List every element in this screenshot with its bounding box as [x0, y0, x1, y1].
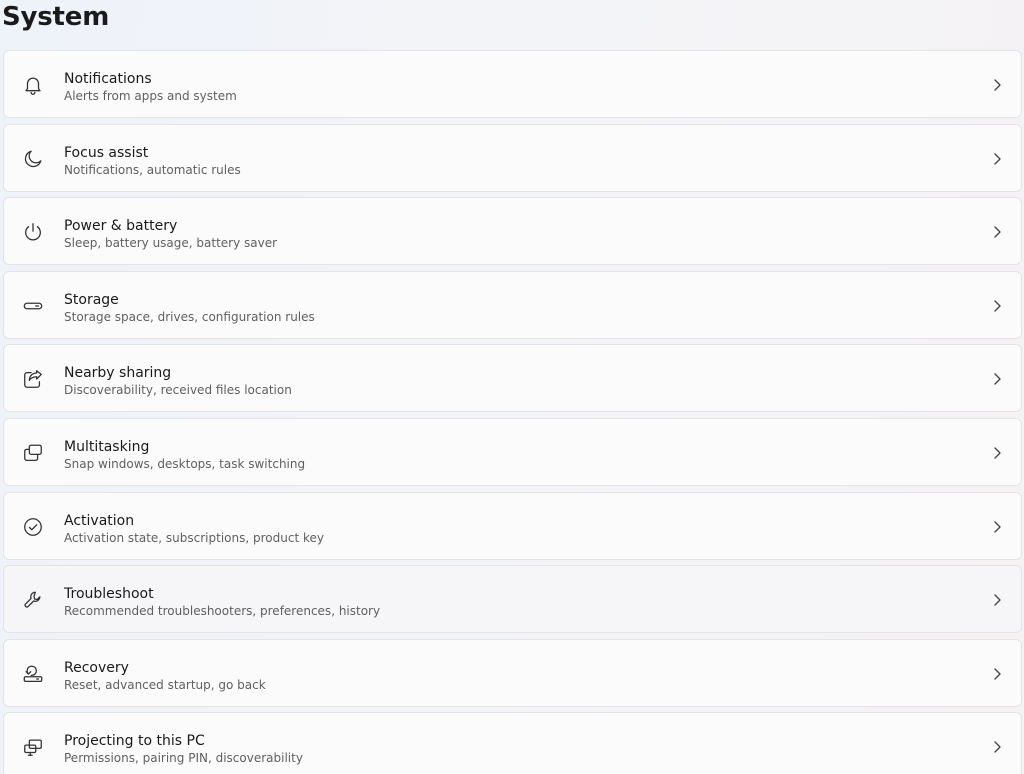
check-circle-icon: [22, 516, 44, 538]
chevron-right-icon: [991, 77, 1003, 93]
chevron-right-icon: [991, 371, 1003, 387]
item-subtitle: Alerts from apps and system: [64, 89, 237, 103]
chevron-right-icon: [991, 445, 1003, 461]
item-title: Notifications: [64, 71, 152, 87]
item-title: Storage: [64, 291, 119, 308]
item-title: Focus assist: [64, 144, 149, 161]
chevron-right-icon: [991, 666, 1003, 682]
item-subtitle: Snap windows, desktops, task switching: [64, 456, 306, 471]
bell-icon: [22, 74, 44, 96]
settings-item-focus-assist[interactable]: Focus assist Notifications, automatic ru…: [3, 123, 1022, 192]
item-title: Troubleshoot: [64, 586, 154, 603]
settings-item-recovery[interactable]: Recovery Reset, advanced startup, go bac…: [3, 638, 1022, 707]
chevron-right-icon: [991, 592, 1003, 608]
item-title: Nearby sharing: [64, 365, 172, 382]
share-icon: [22, 368, 44, 390]
settings-item-activation[interactable]: Activation Activation state, subscriptio…: [3, 491, 1022, 560]
moon-icon: [22, 148, 44, 170]
settings-list: Notifications Alerts from apps and syste…: [3, 50, 1022, 774]
storage-drive-icon: [22, 295, 44, 317]
chevron-right-icon: [991, 739, 1003, 755]
item-title: Power & battery: [64, 218, 178, 235]
settings-item-nearby-sharing[interactable]: Nearby sharing Discoverability, received…: [3, 344, 1022, 413]
item-title: Projecting to this PC: [64, 733, 205, 750]
item-subtitle: Recommended troubleshooters, preferences…: [64, 604, 381, 619]
item-title: Recovery: [64, 659, 129, 676]
settings-page: System Notifications Alerts from apps an…: [0, 0, 1024, 774]
item-subtitle: Discoverability, received files location: [64, 383, 292, 398]
settings-item-projecting-to-this-pc[interactable]: Projecting to this PC Permissions, pairi…: [3, 712, 1022, 774]
item-subtitle: Storage space, drives, configuration rul…: [64, 309, 315, 324]
chevron-right-icon: [991, 151, 1003, 167]
item-subtitle: Permissions, pairing PIN, discoverabilit…: [64, 751, 303, 766]
chevron-right-icon: [991, 224, 1003, 240]
projector-icon: [22, 736, 44, 758]
settings-item-power-battery[interactable]: Power & battery Sleep, battery usage, ba…: [3, 197, 1022, 266]
item-title: Multitasking: [64, 438, 150, 455]
wrench-icon: [22, 589, 44, 611]
chevron-right-icon: [991, 519, 1003, 535]
settings-item-troubleshoot[interactable]: Troubleshoot Recommended troubleshooters…: [3, 565, 1022, 634]
item-title: Activation: [64, 512, 135, 529]
page-title: System: [2, 2, 110, 32]
item-subtitle: Reset, advanced startup, go back: [64, 677, 266, 692]
chevron-right-icon: [991, 298, 1003, 314]
settings-item-storage[interactable]: Storage Storage space, drives, configura…: [3, 270, 1022, 339]
multitasking-windows-icon: [22, 442, 44, 464]
settings-item-notifications[interactable]: Notifications Alerts from apps and syste…: [3, 50, 1022, 118]
power-icon: [22, 221, 44, 243]
recovery-icon: [22, 663, 44, 685]
settings-item-multitasking[interactable]: Multitasking Snap windows, desktops, tas…: [3, 417, 1022, 486]
item-subtitle: Activation state, subscriptions, product…: [64, 530, 324, 545]
item-subtitle: Sleep, battery usage, battery saver: [64, 236, 278, 251]
item-subtitle: Notifications, automatic rules: [64, 162, 241, 177]
